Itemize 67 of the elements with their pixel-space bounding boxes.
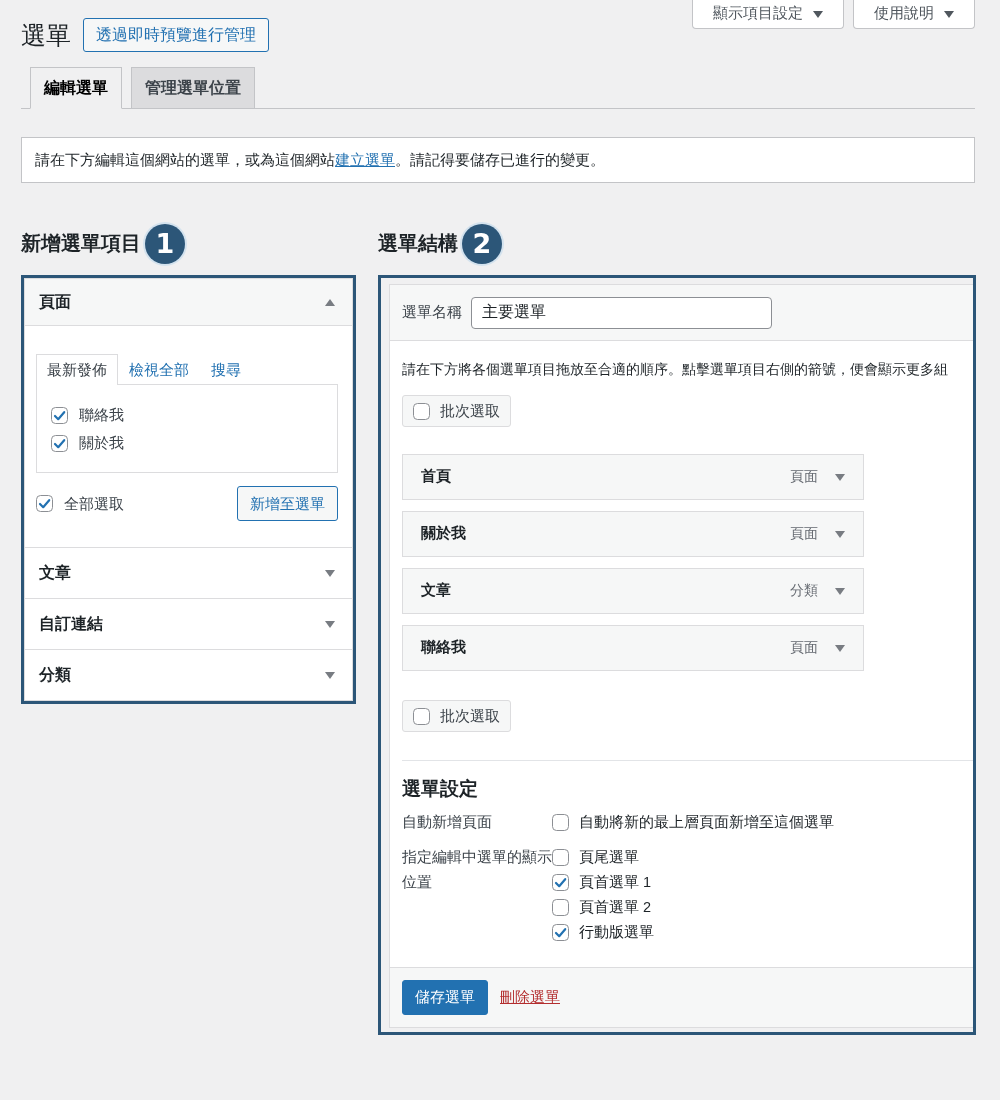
tab[interactable]: 檢視全部: [118, 354, 200, 385]
checkbox-label: 關於我: [79, 433, 124, 453]
checkbox[interactable]: [552, 813, 569, 831]
menu-item-title: 首頁: [421, 467, 451, 487]
create-menu-link[interactable]: 建立選單: [335, 151, 395, 168]
section-heading: 選單結構: [378, 231, 458, 257]
menu-item-row[interactable]: 聯絡我 頁面: [402, 625, 864, 671]
checkbox-label: 行動版選單: [579, 922, 654, 942]
menu-name-field[interactable]: 主要選單: [471, 296, 772, 329]
checkbox[interactable]: [51, 434, 68, 452]
menu-item-title: 文章: [421, 581, 451, 601]
setting-label: 自動新增頁面: [402, 812, 493, 832]
tab[interactable]: 搜尋: [200, 354, 252, 385]
caret-icon[interactable]: [835, 587, 845, 595]
caret-up-icon[interactable]: [325, 298, 335, 306]
caret-icon[interactable]: [325, 620, 335, 628]
accordion-header[interactable]: 頁面: [25, 279, 352, 326]
page-title: 選單: [21, 19, 71, 51]
menu-item-type: 頁面: [790, 467, 818, 486]
caret-icon[interactable]: [944, 10, 954, 18]
bulk-select-button[interactable]: 批次選取: [402, 395, 511, 427]
checkbox[interactable]: [552, 898, 569, 916]
checkbox-label: 頁首選單 2: [579, 897, 652, 917]
step-number-marker: 1: [145, 224, 185, 264]
menu-item-type: 分類: [790, 581, 818, 600]
caret-icon[interactable]: [835, 473, 845, 481]
notice-text: 請在下方編輯這個網站的選單，或為這個網站建立選單。請記得要儲存已進行的變更。: [35, 150, 606, 170]
checkbox[interactable]: [413, 707, 430, 725]
checkbox-label: 全部選取: [64, 493, 124, 514]
tab[interactable]: 管理選單位置: [131, 67, 255, 109]
checkbox-label: 自動將新的最上層頁面新增至這個選單: [579, 812, 834, 832]
live-preview-button[interactable]: 透過即時預覽進行管理: [83, 18, 269, 52]
menu-item-row[interactable]: 關於我 頁面: [402, 511, 864, 557]
checkbox[interactable]: [413, 402, 430, 420]
step-number-marker: 2: [462, 224, 502, 264]
menu-item-type: 頁面: [790, 638, 818, 657]
screen-options-button[interactable]: 顯示項目設定: [692, 0, 844, 29]
checkbox-label: 頁首選單 1: [579, 872, 652, 892]
checkbox-label: 聯絡我: [79, 405, 124, 425]
menu-item-row[interactable]: 首頁 頁面: [402, 454, 864, 500]
checkbox-label: 頁尾選單: [579, 847, 639, 867]
checkbox[interactable]: [36, 495, 53, 512]
caret-icon[interactable]: [325, 569, 335, 577]
checkbox[interactable]: [552, 873, 569, 891]
help-button[interactable]: 使用說明: [853, 0, 975, 29]
field-label: 選單名稱: [402, 302, 462, 322]
setting-label: 指定編輯中選單的顯示位置: [402, 847, 552, 892]
save-menu-button[interactable]: 儲存選單: [402, 979, 488, 1015]
bulk-select-button[interactable]: 批次選取: [402, 700, 511, 732]
menu-item-row[interactable]: 文章 分類: [402, 568, 864, 614]
caret-icon[interactable]: [813, 10, 823, 18]
checkbox[interactable]: [552, 923, 569, 941]
instructions-text: 請在下方將各個選單項目拖放至合適的順序。點擊選單項目右側的箭號，便會顯示更多組: [402, 360, 948, 379]
tab[interactable]: 編輯選單: [30, 67, 122, 109]
caret-icon[interactable]: [325, 671, 335, 679]
delete-menu-link[interactable]: 刪除選單: [500, 985, 560, 1009]
caret-icon[interactable]: [835, 530, 845, 538]
menu-item-type: 頁面: [790, 524, 818, 543]
section-heading: 新增選單項目: [21, 231, 141, 257]
menu-item-title: 關於我: [421, 524, 466, 544]
menu-item-title: 聯絡我: [421, 638, 466, 658]
settings-heading: 選單設定: [402, 777, 479, 801]
tab[interactable]: 最新發佈: [36, 354, 118, 385]
add-to-menu-button[interactable]: 新增至選單: [237, 486, 338, 521]
checkbox[interactable]: [552, 848, 569, 866]
checkbox[interactable]: [51, 406, 68, 424]
caret-icon[interactable]: [835, 644, 845, 652]
